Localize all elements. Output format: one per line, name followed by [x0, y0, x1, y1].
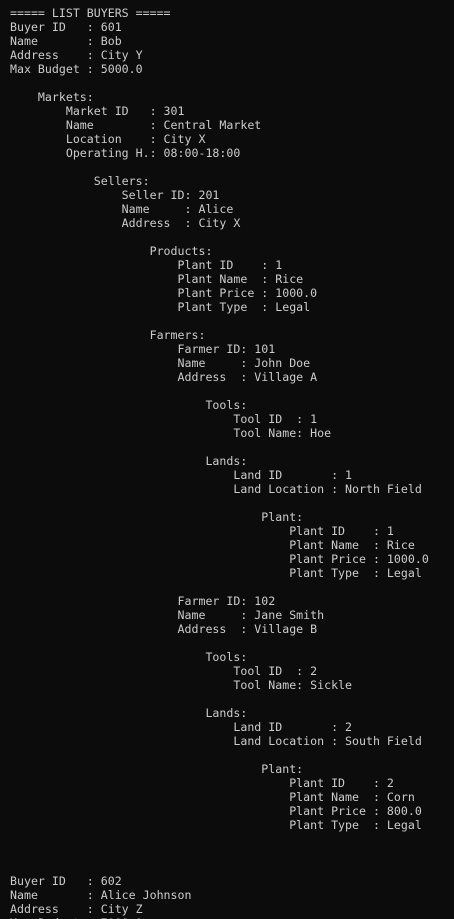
terminal-line: Address : Village B — [10, 622, 318, 636]
terminal-line: Plant Name : Corn — [10, 790, 415, 804]
terminal-line: Tool ID : 2 — [10, 664, 318, 678]
terminal-line: Plant ID : 1 — [10, 258, 283, 272]
terminal-line: Name : Alice Johnson — [10, 888, 192, 902]
terminal-line: Tools: — [10, 398, 248, 412]
terminal-line: Address : Village A — [10, 370, 318, 384]
terminal-line: Lands: — [10, 454, 248, 468]
terminal-line: Products: — [10, 244, 213, 258]
terminal-output: ===== LIST BUYERS ===== Buyer ID : 601 Nam… — [0, 0, 454, 919]
terminal-line: Name : Jane Smith — [10, 608, 325, 622]
terminal-line: Land ID : 1 — [10, 468, 353, 482]
terminal-line: Land ID : 2 — [10, 720, 353, 734]
terminal-line: Name : John Doe — [10, 356, 311, 370]
terminal-line: Name : Alice — [10, 202, 234, 216]
terminal-line: Address : City Y — [10, 48, 143, 62]
terminal-line: Plant Price : 1000.0 — [10, 286, 318, 300]
terminal-line: Plant Price : 1000.0 — [10, 552, 429, 566]
terminal-line: Plant: — [10, 762, 304, 776]
terminal-line: Tool Name: Hoe — [10, 426, 332, 440]
terminal-line: Name : Bob — [10, 34, 122, 48]
terminal-line: Seller ID: 201 — [10, 188, 220, 202]
terminal-line: Tool ID : 1 — [10, 412, 318, 426]
terminal-line: Plant Name : Rice — [10, 272, 304, 286]
terminal-line: Plant ID : 1 — [10, 524, 394, 538]
terminal-line: Sellers: — [10, 174, 150, 188]
terminal-line: Address : City X — [10, 216, 241, 230]
terminal-line: Plant Type : Legal — [10, 818, 422, 832]
terminal-line: ===== LIST BUYERS ===== — [10, 6, 171, 20]
terminal-line: Operating H.: 08:00-18:00 — [10, 146, 241, 160]
terminal-line: Plant ID : 2 — [10, 776, 394, 790]
terminal-line: Plant Type : Legal — [10, 300, 311, 314]
terminal-line: Land Location : South Field — [10, 734, 422, 748]
terminal-line: Buyer ID : 601 — [10, 20, 122, 34]
terminal-line: Plant Type : Legal — [10, 566, 422, 580]
terminal-line: Address : City Z — [10, 902, 143, 916]
terminal-line: Tools: — [10, 650, 248, 664]
terminal-line: Land Location : North Field — [10, 482, 422, 496]
terminal-line: Markets: — [10, 90, 94, 104]
terminal-line: Location : City X — [10, 132, 206, 146]
terminal-line: Tool Name: Sickle — [10, 678, 353, 692]
terminal-line: Farmer ID: 101 — [10, 342, 276, 356]
terminal-line: Buyer ID : 602 — [10, 874, 122, 888]
terminal-line: Farmers: — [10, 328, 206, 342]
terminal-line: Plant: — [10, 510, 304, 524]
terminal-line: Farmer ID: 102 — [10, 594, 276, 608]
terminal-line: Plant Name : Rice — [10, 538, 415, 552]
terminal-line: Lands: — [10, 706, 248, 720]
terminal-line: Plant Price : 800.0 — [10, 804, 422, 818]
terminal-line: Name : Central Market — [10, 118, 262, 132]
terminal-line: Max Budget : 5000.0 — [10, 62, 143, 76]
terminal-line: Market ID : 301 — [10, 104, 185, 118]
